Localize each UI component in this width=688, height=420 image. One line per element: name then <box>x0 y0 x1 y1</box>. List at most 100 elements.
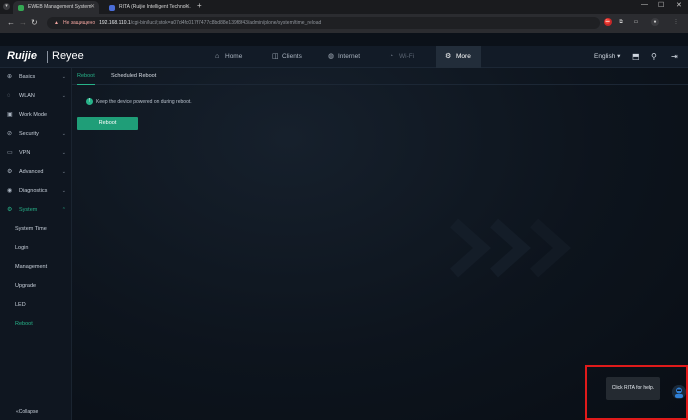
sidebar-subitem-label: LED <box>15 302 26 308</box>
favicon-icon <box>109 5 115 11</box>
gear-icon: ⚙ <box>445 53 452 60</box>
collapse-button[interactable]: «Collapse <box>16 409 38 415</box>
extensions-icon[interactable]: ⧉ <box>617 18 625 26</box>
language-select[interactable]: English ▾ <box>594 46 620 68</box>
menu-clients[interactable]: ◫ Clients <box>272 46 302 68</box>
menu-wifi[interactable]: ◔ Wi-Fi <box>389 46 414 68</box>
wifi-icon: ◔ <box>389 53 394 60</box>
url-input[interactable]: ▲ Не защищено 192.168.110.1/cgi-bin/luci/;… <box>47 17 600 29</box>
rita-assistant-icon[interactable] <box>672 385 686 399</box>
not-secure-icon[interactable]: ▲ <box>54 20 59 26</box>
pin-icon[interactable]: ⚲ <box>651 52 657 61</box>
tab-strip: ▾ EWEB Management System ✕ RITA (Ruijie … <box>0 0 688 14</box>
sidebar-item-advanced[interactable]: ⚙ Advanced ⌄ <box>0 163 72 182</box>
browser-tab-rita[interactable]: RITA (Ruijie Intelligent Technol... ✕ <box>104 1 194 14</box>
minimize-icon[interactable]: — <box>641 1 648 8</box>
hint-text: Keep the device powered on during reboot… <box>96 99 192 105</box>
browser-tab-eweb[interactable]: EWEB Management System ✕ <box>13 1 99 14</box>
close-window-icon[interactable]: ✕ <box>676 1 682 9</box>
menu-home-label: Home <box>225 53 243 60</box>
sidebar-subitem-upgrade[interactable]: Upgrade <box>0 277 72 296</box>
browser-chrome: ▾ EWEB Management System ✕ RITA (Ruijie … <box>0 0 688 33</box>
vpn-icon: ▭ <box>7 150 13 156</box>
url-host: 192.168.110.1 <box>99 20 131 26</box>
sidebar-item-label: Advanced <box>19 169 44 175</box>
sidebar-item-vpn[interactable]: ▭ VPN ⌄ <box>0 144 72 163</box>
menu-internet-label: Internet <box>338 53 361 60</box>
globe-icon: ◍ <box>328 53 335 60</box>
favicon-icon <box>18 5 24 11</box>
logo-divider <box>47 51 48 63</box>
chevron-down-icon: ⌄ <box>61 188 66 194</box>
forward-icon[interactable]: → <box>19 18 27 27</box>
menu-more-label: More <box>456 53 471 60</box>
basics-icon: ⊕ <box>7 74 13 80</box>
url-path: /cgi-bin/luci/;stok=a07d4fc017f7477c8bd8… <box>130 20 322 26</box>
system-icon: ⚙ <box>7 207 13 213</box>
language-label: English <box>594 53 616 60</box>
sidebar-subitem-login[interactable]: Login <box>0 239 72 258</box>
rita-avatar-icon <box>672 385 686 399</box>
collapse-label: Collapse <box>18 409 39 415</box>
chevron-down-icon: ⌄ <box>61 93 66 99</box>
sidebar-subitem-reboot[interactable]: Reboot <box>0 315 72 334</box>
sidebar-subitem-system-time[interactable]: System Time <box>0 220 72 239</box>
address-bar: ← → ↻ ▲ Не защищено 192.168.110.1/cgi-bin/… <box>0 14 688 33</box>
sidebar-item-label: Basics <box>19 74 36 80</box>
sidebar-subitem-management[interactable]: Management <box>0 258 72 277</box>
close-tab-icon[interactable]: ✕ <box>185 1 190 14</box>
security-icon: ⊘ <box>7 131 13 137</box>
tab-scheduled-reboot[interactable]: Scheduled Reboot <box>111 68 156 85</box>
chevron-down-icon: ⌄ <box>61 131 66 137</box>
sidebar-item-diagnostics[interactable]: ◉ Diagnostics ⌄ <box>0 182 72 201</box>
browser-menu-icon[interactable]: ⋮ <box>672 18 680 26</box>
reboot-hint: ! Keep the device powered on during rebo… <box>86 98 192 105</box>
ruijie-logo: Ruijie <box>7 50 37 62</box>
sidebar-subitem-label: Management <box>15 264 48 270</box>
wlan-icon: ◌ <box>7 93 11 99</box>
sidebar-subitem-label: Reboot <box>15 321 33 327</box>
menu-more[interactable]: ⚙ More <box>436 46 481 68</box>
tab-search-icon[interactable]: ▾ <box>3 3 10 10</box>
menu-internet[interactable]: ◍ Internet <box>328 46 360 68</box>
tab-reboot[interactable]: Reboot <box>77 68 95 85</box>
rita-help-tooltip: Click RITA for help. <box>606 377 660 400</box>
chevron-down-icon: ⌄ <box>61 74 66 80</box>
advanced-icon: ⚙ <box>7 169 13 175</box>
sidebar-item-security[interactable]: ⊘ Security ⌄ <box>0 125 72 144</box>
diagnostics-icon: ◉ <box>7 188 13 194</box>
back-icon[interactable]: ← <box>7 18 15 27</box>
sidebar-item-basics[interactable]: ⊕ Basics ⌄ <box>0 68 72 87</box>
sidebar-item-system[interactable]: ⚙ System ⌃ <box>0 201 72 220</box>
sidebar-item-label: VPN <box>19 150 31 156</box>
side-panel-icon[interactable]: ▭ <box>632 18 640 26</box>
new-tab-icon[interactable]: + <box>197 1 202 10</box>
decorative-chevron-icon <box>530 218 572 278</box>
sidebar-item-wlan[interactable]: ◌ WLAN ⌄ <box>0 87 72 106</box>
menu-home[interactable]: ⌂ Home <box>215 46 242 68</box>
reboot-button[interactable]: Reboot <box>77 117 138 130</box>
reyee-logo: Reyee <box>52 50 84 62</box>
logout-icon[interactable]: ⇥ <box>671 52 678 61</box>
app-header: Ruijie Reyee ⌂ Home ◫ Clients ◍ Internet ◔ W… <box>0 46 688 68</box>
sidebar-item-work-mode[interactable]: ▣ Work Mode <box>0 106 72 125</box>
security-warning[interactable]: Не защищено <box>63 20 95 26</box>
info-icon: ! <box>86 98 93 105</box>
maximize-icon[interactable]: ☐ <box>658 1 664 9</box>
profile-icon[interactable]: ● <box>651 18 659 26</box>
content-tabs: Reboot Scheduled Reboot <box>72 68 688 85</box>
sidebar-item-label: Work Mode <box>19 112 48 118</box>
save-icon[interactable]: ⬒ <box>632 52 640 61</box>
chevron-down-icon: ⌄ <box>61 150 66 156</box>
sidebar-subitem-label: Upgrade <box>15 283 37 289</box>
sidebar-item-label: Security <box>19 131 39 137</box>
sidebar-subitem-led[interactable]: LED <box>0 296 72 315</box>
chevron-up-icon: ⌃ <box>61 207 66 213</box>
sidebar-item-label: Diagnostics <box>19 188 48 194</box>
reload-icon[interactable]: ↻ <box>31 18 38 27</box>
adblock-extension-icon[interactable]: ⛔ <box>604 18 612 26</box>
sidebar-item-label: System <box>19 207 38 213</box>
close-tab-icon[interactable]: ✕ <box>90 1 95 14</box>
sidebar: ⊕ Basics ⌄ ◌ WLAN ⌄ ▣ Work Mode ⊘ Security ⌄ ▭ V… <box>0 68 72 420</box>
chevron-down-icon: ⌄ <box>61 169 66 175</box>
